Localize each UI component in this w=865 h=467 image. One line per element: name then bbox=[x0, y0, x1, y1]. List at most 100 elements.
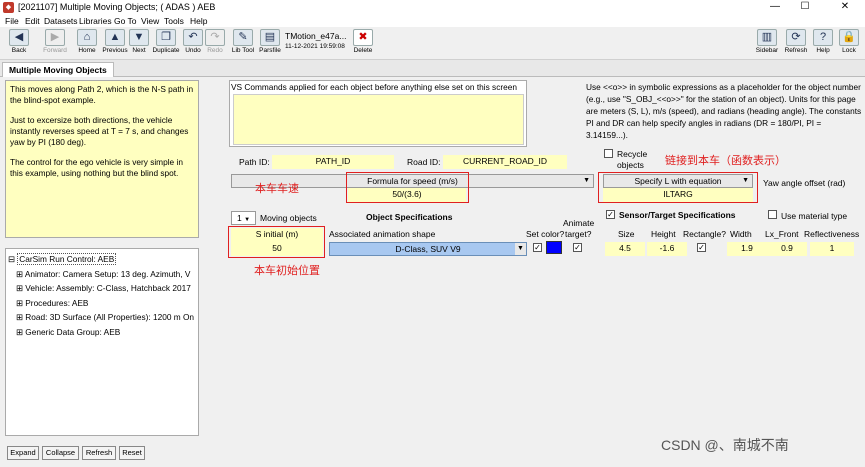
watermark: CSDN @、南城不南 bbox=[661, 437, 789, 453]
set-color-label: Set color? bbox=[526, 229, 565, 239]
menu-edit[interactable]: Edit bbox=[25, 16, 40, 26]
road-id-field[interactable]: CURRENT_ROAD_ID bbox=[443, 155, 567, 169]
tree-item[interactable]: ⊞ Road: 3D Surface (All Properties): 120… bbox=[8, 310, 196, 325]
anim-shape-select[interactable]: D-Class, SUV V9 ▼ bbox=[329, 242, 527, 256]
forward-button[interactable]: ▶ Forward bbox=[40, 29, 70, 59]
title-bar: ◆ [2021107] Multiple Moving Objects; ( A… bbox=[0, 0, 865, 15]
redo-button[interactable]: ↷ Redo bbox=[205, 29, 225, 59]
height-field[interactable]: -1.6 bbox=[647, 242, 687, 256]
path-id-label: Path ID: bbox=[239, 157, 270, 167]
animate-target-label-1: Animate bbox=[563, 218, 595, 228]
help-icon: ? bbox=[813, 29, 833, 46]
road-id-label: Road ID: bbox=[407, 157, 441, 167]
tree-item[interactable]: ⊟ CarSim Run Control: AEB bbox=[8, 252, 196, 267]
delete-icon: ✖ bbox=[353, 29, 373, 46]
notes-panel[interactable]: This moves along Path 2, which is the N-… bbox=[5, 80, 199, 238]
menu-view[interactable]: View bbox=[141, 16, 159, 26]
lock-button[interactable]: 🔒 Lock bbox=[839, 29, 859, 59]
size-field[interactable]: 4.5 bbox=[605, 242, 645, 256]
home-icon: ⌂ bbox=[77, 29, 97, 46]
reflectiveness-field[interactable]: 1 bbox=[810, 242, 854, 256]
s-initial-highlight bbox=[228, 226, 325, 258]
menu-tools[interactable]: Tools bbox=[164, 16, 184, 26]
toolbar: ◀ Back ▶ Forward ⌂ Home ▲ Previous ▼ Next ❐ Du… bbox=[0, 27, 865, 60]
anim-shape-label: Associated animation shape bbox=[329, 229, 436, 239]
libtool-button[interactable]: ✎ Lib Tool bbox=[231, 29, 255, 59]
dataset-name: TMotion_e47a... bbox=[285, 31, 347, 41]
animate-target-checkbox[interactable]: ✓ bbox=[573, 243, 582, 252]
previous-button[interactable]: ▲ Previous bbox=[101, 29, 129, 59]
color-swatch[interactable] bbox=[546, 241, 562, 254]
duplicate-icon: ❐ bbox=[156, 29, 176, 46]
back-button[interactable]: ◀ Back bbox=[6, 29, 32, 59]
moving-objects-label: Moving objects bbox=[260, 213, 317, 223]
sidebar-button[interactable]: ▥ Sidebar bbox=[754, 29, 780, 59]
home-button[interactable]: ⌂ Home bbox=[76, 29, 98, 59]
rectangle-checkbox[interactable]: ✓ bbox=[697, 243, 706, 252]
collapse-button[interactable]: Collapse bbox=[42, 446, 79, 460]
set-color-checkbox[interactable]: ✓ bbox=[533, 243, 542, 252]
arrow-right-icon: ▶ bbox=[45, 29, 65, 46]
window-title: [2021107] Multiple Moving Objects; ( ADA… bbox=[18, 2, 216, 12]
tree-item[interactable]: ⊞ Animator: Camera Setup: 13 deg. Azimut… bbox=[8, 267, 196, 282]
width-field[interactable]: 1.9 bbox=[727, 242, 767, 256]
tab-strip bbox=[0, 60, 865, 77]
undo-icon: ↶ bbox=[183, 29, 203, 46]
material-checkbox[interactable] bbox=[768, 210, 777, 219]
vs-commands-input[interactable] bbox=[233, 94, 524, 145]
carsim-icon: ◆ bbox=[3, 2, 14, 13]
arrow-up-icon: ▲ bbox=[105, 29, 125, 46]
parsfile-button[interactable]: ▤ Parsfile bbox=[257, 29, 283, 59]
recycle-checkbox[interactable] bbox=[604, 149, 613, 158]
minimize-button[interactable]: — bbox=[760, 0, 790, 15]
recycle-label: Recycle objects bbox=[617, 149, 648, 170]
tree-item[interactable]: ⊞ Generic Data Group: AEB bbox=[8, 325, 196, 340]
tree-item[interactable]: ⊞ Procedures: AEB bbox=[8, 296, 196, 311]
path-id-field[interactable]: PATH_ID bbox=[272, 155, 394, 169]
use-material-label: Use material type bbox=[781, 211, 848, 221]
lock-icon: 🔒 bbox=[839, 29, 859, 46]
notes-paragraph: Just to excersize both directions, the v… bbox=[10, 115, 189, 147]
sensor-spec-checkbox[interactable]: ✓ bbox=[606, 210, 615, 219]
linked-data-tree: ⊟ CarSim Run Control: AEB ⊞ Animator: Ca… bbox=[5, 248, 199, 436]
expand-button[interactable]: Expand bbox=[7, 446, 39, 460]
sensor-spec-heading: Sensor/Target Specifications bbox=[619, 210, 736, 220]
chevron-down-icon: ▼ bbox=[583, 177, 590, 184]
refresh-button[interactable]: ⟳ Refresh bbox=[783, 29, 809, 59]
close-button[interactable]: ✕ bbox=[830, 0, 860, 15]
document-icon: ▤ bbox=[260, 29, 280, 46]
num-objects-select[interactable]: 1 ▼ bbox=[231, 211, 256, 225]
maximize-button[interactable]: ☐ bbox=[790, 0, 820, 15]
tab-multiple-moving-objects[interactable]: Multiple Moving Objects bbox=[2, 62, 114, 77]
menu-bar: File Edit Datasets Libraries Go To View … bbox=[0, 15, 865, 27]
sidebar-icon: ▥ bbox=[757, 29, 777, 46]
redo-icon: ↷ bbox=[205, 29, 225, 46]
annotation-speed: 本车车速 bbox=[255, 183, 299, 195]
reflectiveness-header: Reflectiveness bbox=[804, 229, 860, 239]
menu-goto[interactable]: Go To bbox=[114, 16, 137, 26]
tree-item[interactable]: ⊞ Vehicle: Assembly: C-Class, Hatchback … bbox=[8, 281, 196, 296]
speed-highlight bbox=[346, 172, 469, 203]
menu-file[interactable]: File bbox=[5, 16, 19, 26]
delete-button[interactable]: ✖ Delete bbox=[352, 29, 374, 59]
dataset-date: 11-12-2021 19:59:08 bbox=[285, 43, 345, 50]
animate-target-label-2: target? bbox=[565, 229, 592, 239]
reset-button[interactable]: Reset bbox=[119, 446, 145, 460]
refresh-icon: ⟳ bbox=[786, 29, 806, 46]
chevron-down-icon: ▼ bbox=[244, 217, 251, 223]
refresh-tree-button[interactable]: Refresh bbox=[82, 446, 116, 460]
anim-shape-value: D-Class, SUV V9 bbox=[395, 244, 461, 254]
menu-help[interactable]: Help bbox=[190, 16, 207, 26]
chevron-down-icon: ▼ bbox=[515, 243, 526, 255]
lx-front-field[interactable]: 0.9 bbox=[767, 242, 807, 256]
object-spec-heading: Object Specifications bbox=[366, 212, 453, 222]
menu-libraries[interactable]: Libraries bbox=[79, 16, 112, 26]
help-button[interactable]: ? Help bbox=[813, 29, 833, 59]
notes-paragraph: This moves along Path 2, which is the N-… bbox=[10, 84, 194, 105]
duplicate-button[interactable]: ❐ Duplicate bbox=[151, 29, 181, 59]
wrench-icon: ✎ bbox=[233, 29, 253, 46]
undo-button[interactable]: ↶ Undo bbox=[183, 29, 203, 59]
menu-datasets[interactable]: Datasets bbox=[44, 16, 78, 26]
vs-commands-title: VS Commands applied for each object befo… bbox=[231, 82, 517, 92]
next-button[interactable]: ▼ Next bbox=[129, 29, 149, 59]
